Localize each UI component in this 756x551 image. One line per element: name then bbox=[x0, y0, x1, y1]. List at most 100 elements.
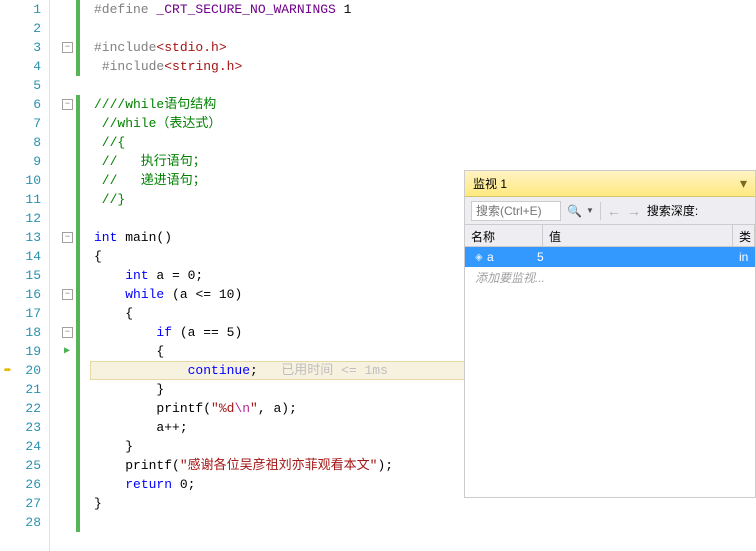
code-token: <stdio.h> bbox=[156, 40, 226, 55]
code-line[interactable]: ////while语句结构 bbox=[90, 95, 756, 114]
code-token: continue bbox=[188, 363, 250, 378]
code-token: 已用时间 <= 1ms bbox=[281, 363, 388, 378]
search-input[interactable] bbox=[471, 201, 561, 221]
nav-forward-icon[interactable]: → bbox=[627, 203, 641, 219]
variable-icon: ◈ bbox=[465, 252, 481, 263]
watch-add-item[interactable]: 添加要监视... bbox=[465, 267, 755, 287]
code-token bbox=[94, 268, 125, 283]
code-token: (a <= 10) bbox=[164, 287, 242, 302]
code-token: printf( bbox=[94, 401, 211, 416]
line-number-gutter: 1234567891011121314151617181920212223242… bbox=[0, 0, 50, 551]
watch-var-value: 5 bbox=[531, 250, 733, 264]
code-token bbox=[94, 325, 156, 340]
line-number: 24 bbox=[0, 437, 41, 456]
watch-body: ◈a5in添加要监视... bbox=[465, 247, 755, 497]
line-number: 13 bbox=[0, 228, 41, 247]
search-dropdown-icon[interactable]: ▼ bbox=[586, 206, 594, 215]
watch-row[interactable]: ◈a5in bbox=[465, 247, 755, 267]
code-line[interactable] bbox=[90, 19, 756, 38]
code-token: #include bbox=[102, 59, 164, 74]
code-line[interactable]: #define _CRT_SECURE_NO_WARNINGS 1 bbox=[90, 0, 756, 19]
code-token bbox=[94, 59, 102, 74]
code-token: printf( bbox=[94, 458, 180, 473]
watch-title-text: 监视 1 bbox=[473, 175, 507, 192]
code-token: a = 0; bbox=[149, 268, 204, 283]
code-token: #define bbox=[94, 2, 149, 17]
code-line[interactable] bbox=[90, 513, 756, 532]
code-token bbox=[94, 363, 188, 378]
code-token: while bbox=[125, 287, 164, 302]
line-number: 17 bbox=[0, 304, 41, 323]
line-number: 2 bbox=[0, 19, 41, 38]
line-number: 10 bbox=[0, 171, 41, 190]
code-token: { bbox=[94, 306, 133, 321]
line-number: 27 bbox=[0, 494, 41, 513]
editor-margin: − − − − − ▶ bbox=[50, 0, 90, 551]
code-token: //while（表达式） bbox=[94, 116, 221, 131]
code-token: { bbox=[94, 249, 102, 264]
line-number: 3 bbox=[0, 38, 41, 57]
pin-icon[interactable]: ▾ bbox=[740, 175, 747, 192]
code-token bbox=[94, 477, 125, 492]
code-token: } bbox=[94, 496, 102, 511]
line-number: 18 bbox=[0, 323, 41, 342]
line-number: 25 bbox=[0, 456, 41, 475]
watch-titlebar[interactable]: 监视 1 ▾ bbox=[465, 171, 755, 197]
code-token: return bbox=[125, 477, 172, 492]
code-line[interactable] bbox=[90, 76, 756, 95]
line-number: 15 bbox=[0, 266, 41, 285]
code-token bbox=[94, 287, 125, 302]
line-number: 6 bbox=[0, 95, 41, 114]
fold-toggle[interactable]: − bbox=[62, 232, 73, 243]
code-token: if bbox=[156, 325, 172, 340]
code-token: int bbox=[125, 268, 148, 283]
line-number: 14 bbox=[0, 247, 41, 266]
code-line[interactable]: #include<stdio.h> bbox=[90, 38, 756, 57]
code-line[interactable]: // 执行语句； bbox=[90, 152, 756, 171]
code-token: } bbox=[94, 382, 164, 397]
fold-toggle[interactable]: − bbox=[62, 42, 73, 53]
line-number: 19 bbox=[0, 342, 41, 361]
watch-var-name: a bbox=[481, 250, 531, 264]
code-token: \n bbox=[234, 401, 250, 416]
line-number: 4 bbox=[0, 57, 41, 76]
code-token: #include bbox=[94, 40, 156, 55]
current-statement-arrow: ➨ bbox=[4, 363, 12, 378]
toolbar-separator bbox=[600, 202, 601, 220]
line-number: 8 bbox=[0, 133, 41, 152]
code-line[interactable]: #include<string.h> bbox=[90, 57, 756, 76]
watch-toolbar: 🔍 ▼ ← → 搜索深度: bbox=[465, 197, 755, 225]
watch-header-value[interactable]: 值 bbox=[543, 225, 733, 246]
nav-back-icon[interactable]: ← bbox=[607, 203, 621, 219]
watch-header-row: 名称 值 类 bbox=[465, 225, 755, 247]
line-number: 28 bbox=[0, 513, 41, 532]
code-token: { bbox=[94, 344, 164, 359]
fold-toggle[interactable]: − bbox=[62, 99, 73, 110]
line-number: 21 bbox=[0, 380, 41, 399]
code-token: "感谢各位吴彦祖刘亦菲观看本文" bbox=[180, 458, 378, 473]
line-number: 5 bbox=[0, 76, 41, 95]
code-token: a++; bbox=[94, 420, 188, 435]
code-token: _CRT_SECURE_NO_WARNINGS bbox=[156, 2, 335, 17]
code-token: (a == 5) bbox=[172, 325, 242, 340]
search-icon[interactable]: 🔍 bbox=[567, 204, 582, 218]
fold-toggle[interactable]: − bbox=[62, 327, 73, 338]
code-token: , a); bbox=[258, 401, 297, 416]
code-token: " bbox=[250, 401, 258, 416]
code-line[interactable]: //{ bbox=[90, 133, 756, 152]
code-token: // 执行语句； bbox=[94, 154, 206, 169]
fold-toggle[interactable]: − bbox=[62, 289, 73, 300]
line-number: 12 bbox=[0, 209, 41, 228]
run-to-icon[interactable]: ▶ bbox=[64, 345, 70, 357]
code-token: ); bbox=[377, 458, 393, 473]
watch-header-type[interactable]: 类 bbox=[733, 225, 755, 246]
search-depth-label: 搜索深度: bbox=[647, 202, 698, 219]
code-token: //{ bbox=[94, 135, 125, 150]
code-token: // 递进语句； bbox=[94, 173, 206, 188]
code-token: //} bbox=[94, 192, 125, 207]
code-token: "%d bbox=[211, 401, 234, 416]
line-number: 1 bbox=[0, 0, 41, 19]
code-line[interactable]: //while（表达式） bbox=[90, 114, 756, 133]
code-token: 0; bbox=[172, 477, 195, 492]
watch-header-name[interactable]: 名称 bbox=[465, 225, 543, 246]
